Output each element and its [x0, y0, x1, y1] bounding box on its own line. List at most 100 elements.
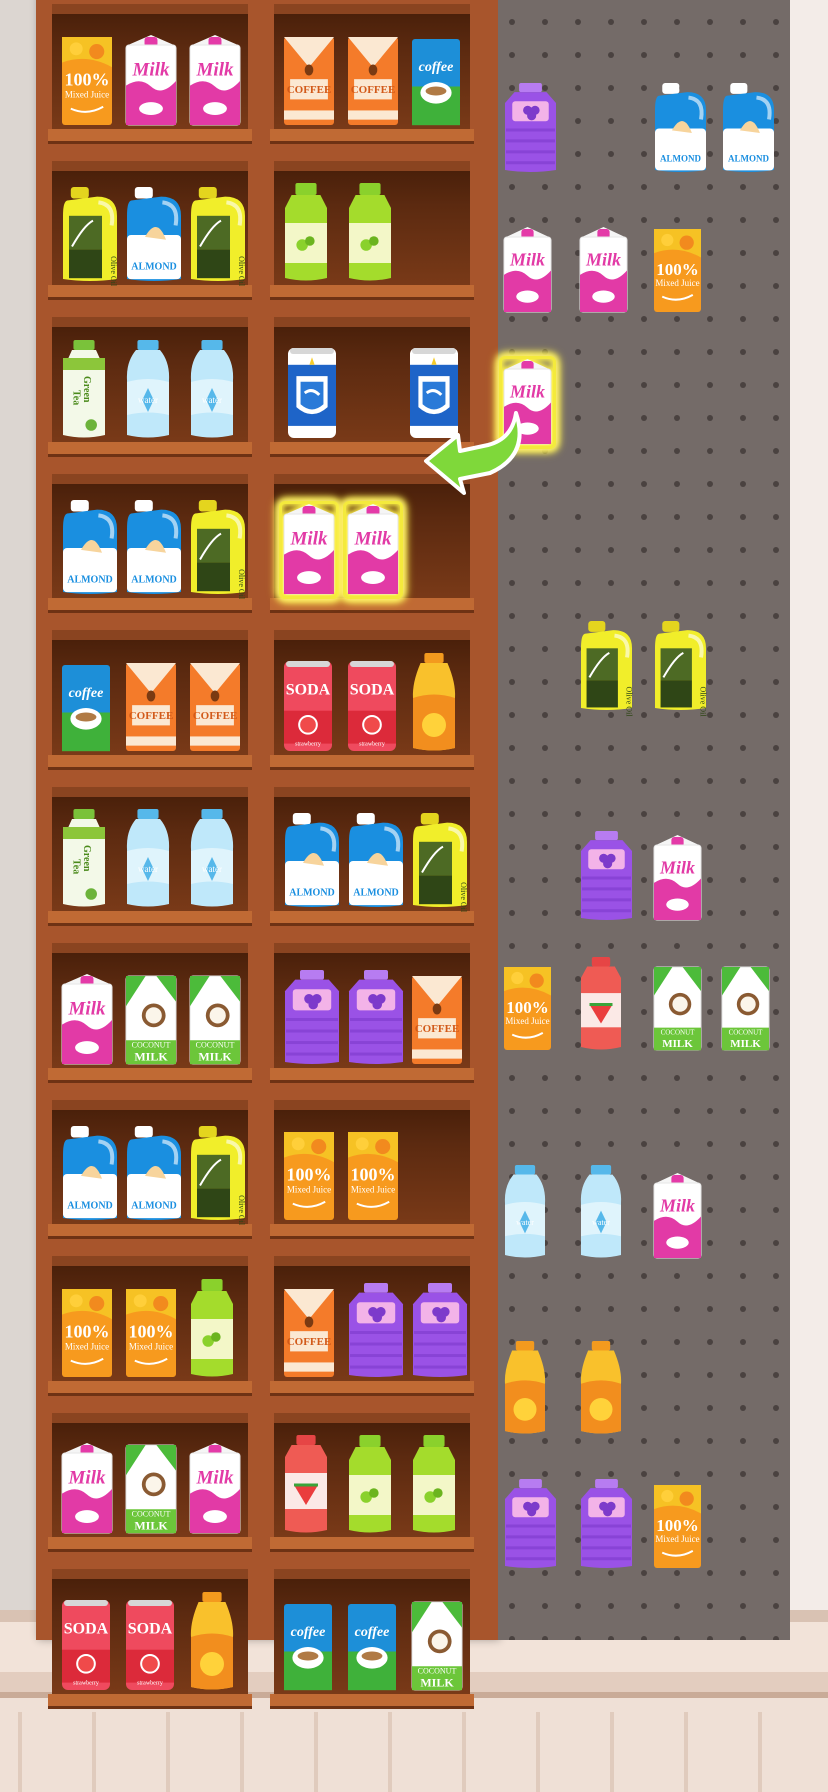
cabinet-9-right-item-2-grape[interactable]	[346, 1282, 406, 1379]
cabinet-8-left-item-2-almond[interactable]: ALMOND	[124, 1126, 184, 1222]
cabinet-11-left-item-1-soda[interactable]: SODA strawberry	[60, 1598, 112, 1692]
pegboard-slot-22-grape[interactable]	[578, 1479, 635, 1570]
cabinet-9-left-item-2-juice[interactable]: 100% Mixed Juice	[124, 1287, 178, 1379]
cabinet-10-left-item-3-milk[interactable]: Milk	[188, 1443, 242, 1535]
cabinet-3-right-item-1-energy[interactable]	[286, 346, 338, 440]
cabinet-8-left-item-3-olive-oil[interactable]: Olive Oil	[188, 1126, 248, 1226]
pegboard-slot-11-milk[interactable]: Milk	[652, 835, 703, 922]
pegboard-slot-21-grape[interactable]	[502, 1479, 559, 1570]
cabinet-8-right-item-1-juice[interactable]: 100% Mixed Juice	[282, 1130, 336, 1222]
cabinet-11-right-item-1-coffee-can[interactable]: coffee	[282, 1602, 334, 1692]
cabinet-5-left-item-3-coffee-box[interactable]: COFFEE	[188, 661, 242, 753]
cabinet-10-right-item-2-green-juice[interactable]	[346, 1435, 394, 1535]
cabinet-1-left-item-1-juice[interactable]: 100% Mixed Juice	[60, 35, 114, 127]
svg-text:COFFEE: COFFEE	[415, 1022, 460, 1034]
cabinet-4-left-item-1-almond[interactable]: ALMOND	[60, 500, 120, 596]
cabinet-11-left-item-2-soda[interactable]: SODA strawberry	[124, 1598, 176, 1692]
cabinet-8-left-item-1-almond[interactable]: ALMOND	[60, 1126, 120, 1222]
cabinet-3-left-item-2-water[interactable]: water	[124, 339, 172, 440]
cabinet-7-right-item-1-grape[interactable]	[282, 969, 342, 1066]
cabinet-7-left-item-2-coconut[interactable]: COCONUT MILK	[124, 974, 178, 1066]
pegboard-slot-18-milk[interactable]: Milk	[652, 1173, 703, 1260]
shelf-plank	[48, 1224, 252, 1239]
cabinet-1-right-item-1-coffee-box[interactable]: COFFEE	[282, 35, 336, 127]
cabinet-7-right-item-3-coffee-box[interactable]: COFFEE	[410, 974, 464, 1066]
cabinet-3-left-item-1-green-tea[interactable]: Green Tea	[60, 339, 108, 440]
cabinet-11-left-item-3-mango-bottle[interactable]	[188, 1591, 236, 1692]
pegboard-slot-16-water[interactable]: water	[502, 1165, 548, 1260]
cabinet-5-right-item-1-soda[interactable]: SODA strawberry	[282, 659, 334, 753]
cabinet-2-left-item-3-olive-oil[interactable]: Olive Oil	[188, 187, 248, 287]
pegboard-slot-9-olive-oil[interactable]: Olive Oil	[652, 621, 709, 717]
pegboard-slot-2-almond[interactable]: ALMOND	[652, 83, 709, 174]
cabinet-6-left-item-1-green-tea[interactable]: Green Tea	[60, 809, 108, 909]
cabinet-1-right-item-3-coffee-can[interactable]: coffee	[410, 37, 462, 127]
svg-text:ALMOND: ALMOND	[728, 153, 769, 163]
cabinet-11-right-item-3-coconut[interactable]: COCONUT MILK	[410, 1600, 464, 1692]
cabinet-7-left-item-1-milk[interactable]: Milk	[60, 973, 114, 1066]
cabinet-3-left-item-3-water[interactable]: water	[188, 339, 236, 440]
pegboard-slot-15-coconut[interactable]: COCONUT MILK	[720, 965, 771, 1052]
cabinet-10-left-item-1-milk[interactable]: Milk	[60, 1443, 114, 1535]
cabinet-1-left-item-2-milk[interactable]: Milk	[124, 34, 178, 127]
shelf-plank	[48, 911, 252, 926]
cabinet-5-left-item-2-coffee-box[interactable]: COFFEE	[124, 661, 178, 753]
cabinet-2-right-item-2-green-juice[interactable]	[346, 183, 394, 283]
cabinet-10-right-item-3-green-juice[interactable]	[410, 1435, 458, 1535]
cabinet-4-right-item-1-milk[interactable]: Milk	[279, 501, 339, 599]
cabinet-4-left-item-3-olive-oil[interactable]: Olive Oil	[188, 500, 248, 600]
cabinet-2-left-item-1-olive-oil[interactable]: Olive Oil	[60, 187, 120, 287]
cabinet-9-right-item-3-grape[interactable]	[410, 1282, 470, 1379]
pegboard-slot-17-water[interactable]: water	[578, 1165, 624, 1260]
svg-text:COCONUT: COCONUT	[418, 1666, 457, 1675]
shelf-plank	[48, 1380, 252, 1396]
svg-text:Mixed Juice: Mixed Juice	[65, 1341, 109, 1351]
cabinet-6-left-item-3-water[interactable]: water	[188, 809, 236, 909]
svg-text:ALMOND: ALMOND	[131, 575, 177, 586]
cabinet-5-left-item-1-coffee-can[interactable]: coffee	[60, 663, 112, 753]
pegboard-slot-20-mango-bottle[interactable]	[578, 1341, 624, 1436]
cabinet-1-left-item-3-milk[interactable]: Milk	[188, 34, 242, 127]
game-scene: 100% Mixed Juice Milk Milk COFFEE COFFEE coffe…	[0, 0, 828, 1792]
cabinet-9-left-item-1-juice[interactable]: 100% Mixed Juice	[60, 1287, 114, 1379]
cabinet-9-right-item-1-coffee-box[interactable]: COFFEE	[282, 1287, 336, 1379]
cabinet-10-left-item-2-coconut[interactable]: COCONUT MILK	[124, 1443, 178, 1535]
cabinet-5-right-item-3-mango-bottle[interactable]	[410, 652, 458, 753]
svg-text:SODA: SODA	[286, 681, 331, 698]
pegboard-slot-4-milk[interactable]: Milk	[502, 227, 553, 314]
pegboard-slot-19-mango-bottle[interactable]	[502, 1341, 548, 1436]
pegboard-slot-10-grape[interactable]	[578, 831, 635, 922]
svg-text:water: water	[138, 395, 158, 405]
pegboard-slot-5-milk[interactable]: Milk	[578, 227, 629, 314]
cabinet-7-right-item-2-grape[interactable]	[346, 969, 406, 1066]
cabinet-6-left-item-2-water[interactable]: water	[124, 809, 172, 909]
cabinet-9-left-item-3-green-juice[interactable]	[188, 1278, 236, 1379]
pegboard-slot-3-almond[interactable]: ALMOND	[720, 83, 777, 174]
pegboard-slot-6-juice[interactable]: 100% Mixed Juice	[652, 227, 703, 314]
pegboard-slot-1-grape[interactable]	[502, 83, 559, 174]
pegboard-slot-23-juice[interactable]: 100% Mixed Juice	[652, 1483, 703, 1570]
svg-text:MILK: MILK	[662, 1038, 693, 1050]
cabinet-7-left-item-3-coconut[interactable]: COCONUT MILK	[188, 974, 242, 1066]
cabinet-8-right-item-2-juice[interactable]: 100% Mixed Juice	[346, 1130, 400, 1222]
svg-text:coffee: coffee	[69, 686, 104, 701]
cabinet-2-right-item-1-green-juice[interactable]	[282, 183, 330, 283]
svg-text:Olive Oil: Olive Oil	[459, 882, 468, 913]
svg-text:MILK: MILK	[198, 1049, 232, 1063]
pegboard-slot-12-juice[interactable]: 100% Mixed Juice	[502, 965, 553, 1052]
pegboard-slot-13-watermelon[interactable]	[578, 957, 624, 1052]
cabinet-1-right-item-2-coffee-box[interactable]: COFFEE	[346, 35, 400, 127]
cabinet-4-left-item-2-almond[interactable]: ALMOND	[124, 500, 184, 596]
cabinet-6-right-item-2-almond[interactable]: ALMOND	[346, 813, 406, 909]
svg-text:Olive Oil: Olive Oil	[624, 687, 633, 718]
selection-outline	[343, 501, 403, 599]
pegboard-slot-8-olive-oil[interactable]: Olive Oil	[578, 621, 635, 717]
cabinet-10-right-item-1-watermelon[interactable]	[282, 1435, 330, 1535]
cabinet-6-right-item-1-almond[interactable]: ALMOND	[282, 813, 342, 909]
cabinet-4-right-item-2-milk[interactable]: Milk	[343, 501, 403, 599]
cabinet-2-left-item-2-almond[interactable]: ALMOND	[124, 187, 184, 283]
cabinet-5-right-item-2-soda[interactable]: SODA strawberry	[346, 659, 398, 753]
cabinet-11-right-item-2-coffee-can[interactable]: coffee	[346, 1602, 398, 1692]
pegboard-slot-14-coconut[interactable]: COCONUT MILK	[652, 965, 703, 1052]
cabinet-6-right-item-3-olive-oil[interactable]: Olive Oil	[410, 813, 470, 913]
